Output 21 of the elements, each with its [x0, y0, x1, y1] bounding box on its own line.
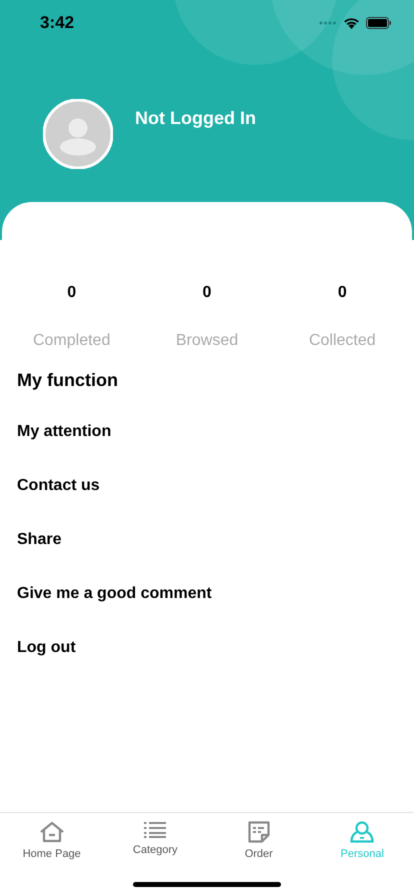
home-icon — [38, 821, 65, 843]
menu-item[interactable]: Share — [17, 513, 412, 567]
menu-item[interactable]: Log out — [17, 621, 412, 675]
menu-item[interactable]: Contact us — [17, 459, 412, 513]
battery-icon — [366, 17, 392, 29]
menu-item[interactable]: Give me a good comment — [17, 567, 412, 621]
signal-icon — [319, 21, 337, 25]
section-title: My function — [17, 370, 119, 391]
stat-value: 0 — [202, 284, 212, 302]
list-icon — [144, 821, 166, 839]
menu-item[interactable]: My attention — [17, 405, 412, 459]
tab-item[interactable]: Home Page — [0, 813, 104, 869]
note-icon — [248, 821, 270, 843]
stat-value: 0 — [338, 284, 347, 302]
tab-item[interactable]: Order — [207, 813, 310, 869]
status-time: 3:42 — [40, 13, 74, 33]
stat-value: 0 — [67, 284, 76, 302]
avatar-icon[interactable] — [43, 99, 113, 169]
tab-item[interactable]: Category — [104, 813, 207, 869]
person-icon — [350, 821, 374, 843]
wifi-icon — [343, 17, 360, 29]
